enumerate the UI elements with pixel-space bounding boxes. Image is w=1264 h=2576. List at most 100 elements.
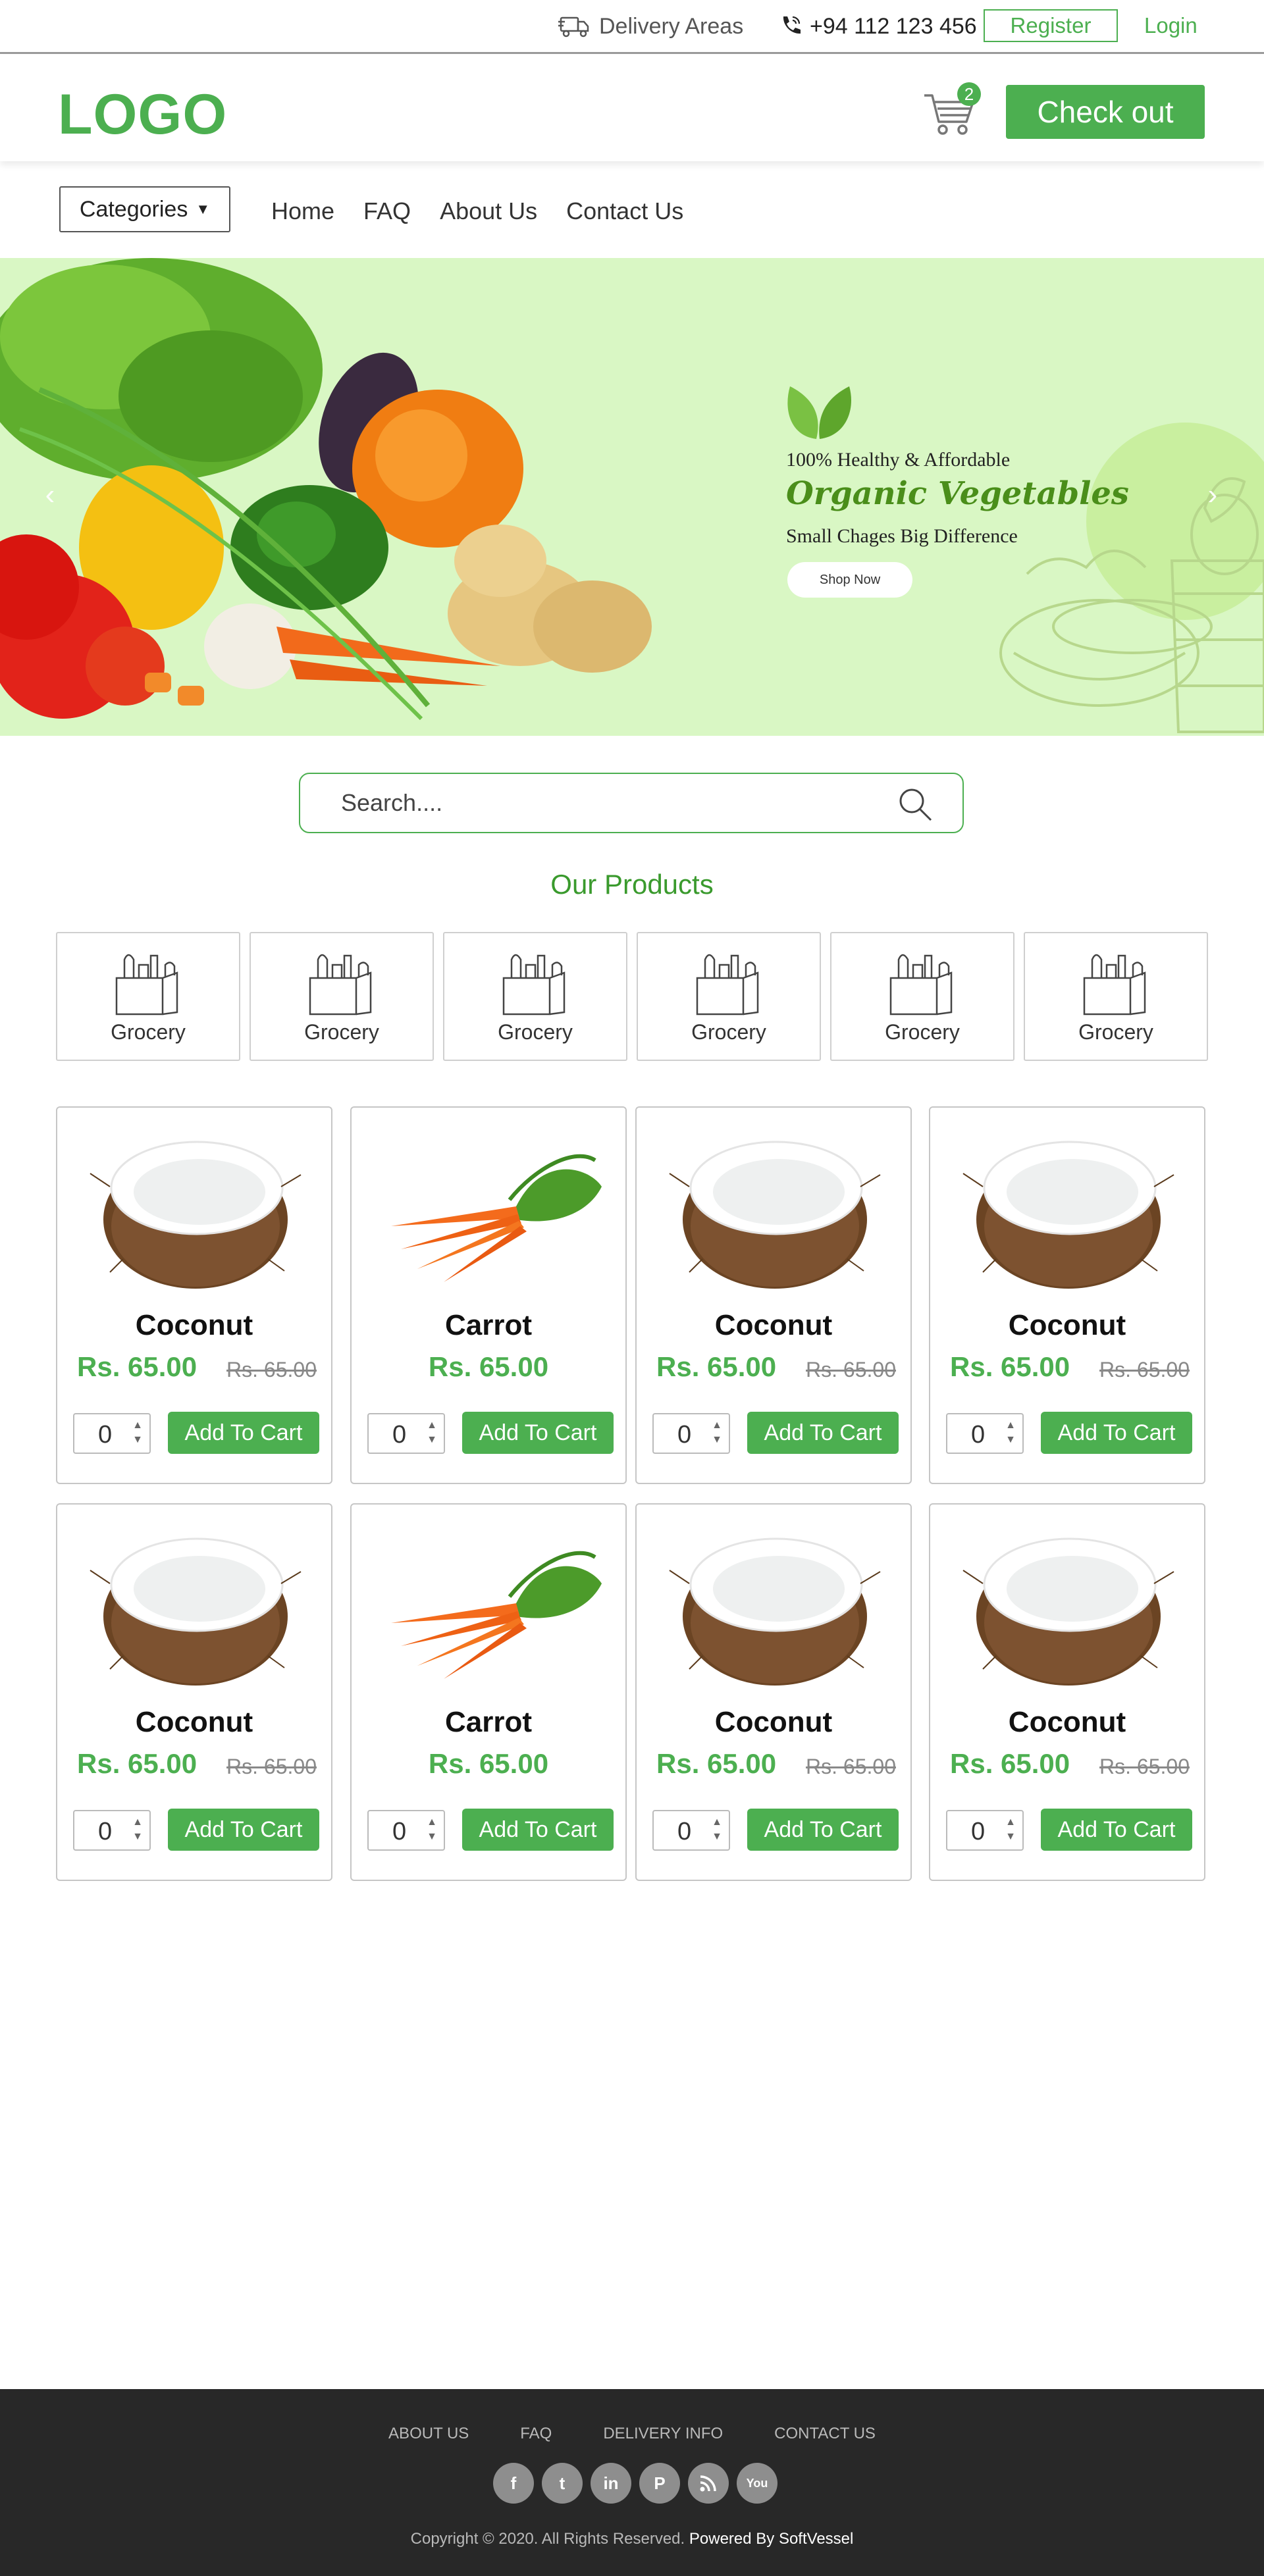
product-name: Carrot — [444, 1309, 533, 1341]
product-old-price: Rs. 65.00 — [1099, 1755, 1190, 1778]
header: LOGO 2 Check out — [0, 56, 1264, 161]
product-price: Rs. 65.00 — [428, 1351, 549, 1382]
coconut-image — [669, 1141, 881, 1289]
quantity-value: 0 — [677, 1818, 692, 1845]
hero-subtitle: 100% Healthy & Affordable — [786, 449, 1011, 471]
vegetables-image — [0, 258, 652, 721]
nav-home[interactable]: Home — [271, 197, 334, 225]
product-card[interactable]: Carrot Rs. 65.00 0 ▲ ▼ Add To Cart — [350, 1503, 627, 1881]
stepper-arrows-icon[interactable]: ▲ ▼ — [132, 1418, 143, 1447]
footer-link-contact-us[interactable]: CONTACT US — [774, 2425, 876, 2443]
category-card[interactable]: Grocery — [830, 932, 1014, 1061]
coconut-image — [962, 1141, 1174, 1289]
quantity-stepper[interactable]: 0 ▲ ▼ — [652, 1413, 730, 1454]
product-card[interactable]: Coconut Rs. 65.00 Rs. 65.00 0 ▲ ▼ Add To Cart — [929, 1503, 1205, 1881]
category-card[interactable]: Grocery — [56, 932, 240, 1061]
categories-dropdown[interactable]: Categories ▼ — [59, 186, 230, 232]
product-price: Rs. 65.00 — [428, 1748, 549, 1779]
powered-by-link[interactable]: Powered By SoftVessel — [689, 2530, 853, 2548]
category-card[interactable]: Grocery — [443, 932, 627, 1061]
search-icon[interactable] — [897, 786, 934, 823]
product-old-price: Rs. 65.00 — [1099, 1358, 1190, 1381]
category-card[interactable]: Grocery — [637, 932, 821, 1061]
facebook-icon[interactable]: f — [493, 2463, 534, 2504]
top-bar: Delivery Areas +94 112 123 456 Register … — [0, 0, 1264, 54]
footer-link-about-us[interactable]: ABOUT US — [388, 2425, 469, 2443]
stepper-arrows-icon[interactable]: ▲ ▼ — [1005, 1418, 1016, 1447]
checkout-button[interactable]: Check out — [1006, 85, 1205, 139]
category-card[interactable]: Grocery — [1024, 932, 1208, 1061]
add-to-cart-button[interactable]: Add To Cart — [1041, 1809, 1192, 1851]
stepper-arrows-icon[interactable]: ▲ ▼ — [712, 1815, 722, 1844]
add-to-cart-button[interactable]: Add To Cart — [168, 1809, 319, 1851]
product-card[interactable]: Coconut Rs. 65.00 Rs. 65.00 0 ▲ ▼ Add To Cart — [56, 1503, 332, 1881]
linkedin-icon[interactable]: in — [591, 2463, 631, 2504]
category-card[interactable]: Grocery — [250, 932, 434, 1061]
pinterest-icon[interactable]: P — [639, 2463, 680, 2504]
quantity-stepper[interactable]: 0 ▲ ▼ — [367, 1413, 445, 1454]
delivery-areas-label: Delivery Areas — [599, 13, 744, 39]
add-to-cart-button[interactable]: Add To Cart — [747, 1809, 899, 1851]
social-links: f t in P You — [493, 2463, 777, 2504]
coconut-image — [962, 1537, 1174, 1686]
product-card[interactable]: Coconut Rs. 65.00 Rs. 65.00 0 ▲ ▼ Add To Cart — [56, 1106, 332, 1484]
add-to-cart-button[interactable]: Add To Cart — [168, 1412, 319, 1454]
quantity-value: 0 — [98, 1421, 113, 1449]
rss-icon[interactable] — [688, 2463, 729, 2504]
quantity-stepper[interactable]: 0 ▲ ▼ — [946, 1810, 1024, 1851]
footer-links: ABOUT US FAQ DELIVERY INFO CONTACT US — [0, 2425, 1264, 2443]
quantity-value: 0 — [971, 1818, 986, 1845]
footer-link-delivery-info[interactable]: DELIVERY INFO — [603, 2425, 723, 2443]
nav-faq[interactable]: FAQ — [363, 197, 411, 225]
logo[interactable]: LOGO — [58, 82, 227, 147]
quantity-value: 0 — [392, 1421, 407, 1449]
quantity-stepper[interactable]: 0 ▲ ▼ — [73, 1413, 151, 1454]
quantity-stepper[interactable]: 0 ▲ ▼ — [367, 1810, 445, 1851]
product-price: Rs. 65.00 — [656, 1351, 777, 1382]
cart-button[interactable]: 2 — [922, 82, 981, 139]
stepper-arrows-icon[interactable]: ▲ ▼ — [712, 1418, 722, 1447]
rss-glyph-icon — [700, 2475, 716, 2492]
product-card[interactable]: Carrot Rs. 65.00 0 ▲ ▼ Add To Cart — [350, 1106, 627, 1484]
truck-icon — [558, 16, 589, 38]
add-to-cart-button[interactable]: Add To Cart — [747, 1412, 899, 1454]
login-link[interactable]: Login — [1144, 9, 1198, 42]
phone-link[interactable]: +94 112 123 456 — [778, 12, 977, 41]
shop-now-button[interactable]: Shop Now — [787, 562, 912, 598]
coconut-image — [90, 1141, 302, 1289]
category-label: Grocery — [498, 1020, 573, 1044]
stepper-arrows-icon[interactable]: ▲ ▼ — [427, 1815, 437, 1844]
quantity-stepper[interactable]: 0 ▲ ▼ — [652, 1810, 730, 1851]
nav-contact-us[interactable]: Contact Us — [566, 197, 683, 225]
grocery-bag-icon — [309, 954, 372, 1016]
product-card[interactable]: Coconut Rs. 65.00 Rs. 65.00 0 ▲ ▼ Add To Cart — [635, 1503, 912, 1881]
add-to-cart-button[interactable]: Add To Cart — [462, 1412, 614, 1454]
product-old-price: Rs. 65.00 — [226, 1755, 317, 1778]
stepper-arrows-icon[interactable]: ▲ ▼ — [427, 1418, 437, 1447]
register-button[interactable]: Register — [984, 9, 1118, 42]
product-price: Rs. 65.00 — [950, 1748, 1070, 1779]
carrot-image — [391, 1154, 602, 1282]
quantity-stepper[interactable]: 0 ▲ ▼ — [946, 1413, 1024, 1454]
twitter-icon[interactable]: t — [542, 2463, 583, 2504]
stepper-arrows-icon[interactable]: ▲ ▼ — [1005, 1815, 1016, 1844]
footer-link-faq[interactable]: FAQ — [520, 2425, 552, 2443]
product-card[interactable]: Coconut Rs. 65.00 Rs. 65.00 0 ▲ ▼ Add To Cart — [635, 1106, 912, 1484]
product-price: Rs. 65.00 — [77, 1748, 198, 1779]
carrot-image — [391, 1551, 602, 1679]
carousel-next-arrow-icon[interactable]: › — [1199, 478, 1226, 511]
nav-about-us[interactable]: About Us — [440, 197, 537, 225]
search-input[interactable] — [341, 785, 868, 821]
add-to-cart-button[interactable]: Add To Cart — [462, 1809, 614, 1851]
carousel-prev-arrow-icon[interactable]: ‹ — [37, 478, 63, 511]
delivery-areas-link[interactable]: Delivery Areas — [558, 12, 743, 41]
hero-tagline: Small Chages Big Difference — [786, 525, 1018, 547]
product-name: Coconut — [1008, 1706, 1126, 1738]
product-card[interactable]: Coconut Rs. 65.00 Rs. 65.00 0 ▲ ▼ Add To Cart — [929, 1106, 1205, 1484]
quantity-stepper[interactable]: 0 ▲ ▼ — [73, 1810, 151, 1851]
youtube-icon[interactable]: You — [737, 2463, 777, 2504]
grocery-bag-icon — [115, 954, 178, 1016]
quantity-value: 0 — [971, 1421, 986, 1449]
stepper-arrows-icon[interactable]: ▲ ▼ — [132, 1815, 143, 1844]
add-to-cart-button[interactable]: Add To Cart — [1041, 1412, 1192, 1454]
